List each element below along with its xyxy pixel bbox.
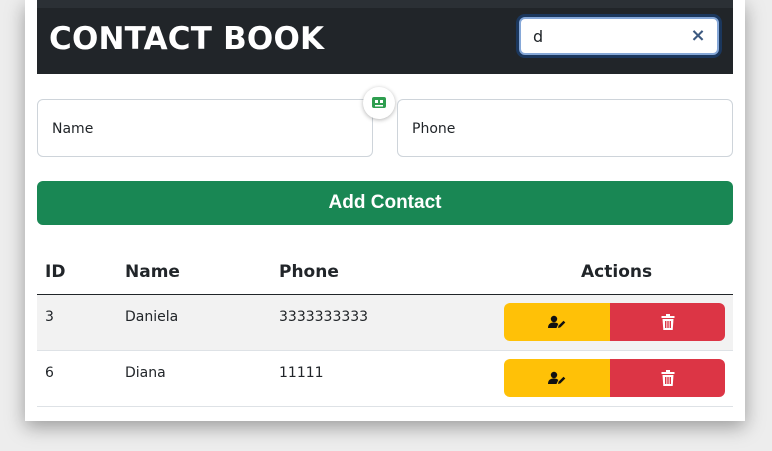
table-header: ID Name Phone Actions	[37, 251, 733, 295]
page-title: CONTACT BOOK	[49, 21, 325, 57]
trash-icon	[661, 370, 674, 386]
cell-name: Diana	[125, 365, 166, 381]
cell-name: Daniela	[125, 309, 179, 325]
cell-phone: 3333333333	[279, 309, 369, 325]
edit-button[interactable]	[504, 303, 610, 341]
extension-badge[interactable]	[363, 87, 395, 119]
contacts-table: ID Name Phone Actions 3 Daniela 33333333…	[37, 251, 733, 407]
phone-input[interactable]	[410, 100, 715, 158]
name-input[interactable]	[50, 100, 355, 158]
search-box[interactable]: ×	[519, 17, 719, 55]
trash-icon	[661, 314, 674, 330]
edit-button[interactable]	[504, 359, 610, 397]
cell-id: 3	[45, 309, 54, 325]
robot-icon	[372, 97, 386, 108]
app-card: CONTACT BOOK × Add Contact ID Name Phone…	[25, 0, 745, 421]
add-contact-button[interactable]: Add Contact	[37, 181, 733, 225]
column-header-actions: Actions	[581, 262, 653, 282]
column-header-id: ID	[45, 262, 66, 282]
table-row: 6 Diana 11111	[37, 351, 733, 407]
delete-button[interactable]	[610, 359, 725, 397]
cell-id: 6	[45, 365, 54, 381]
clear-search-icon[interactable]: ×	[689, 25, 707, 47]
user-edit-icon	[548, 371, 566, 384]
name-field[interactable]	[37, 99, 373, 158]
header-bar: CONTACT BOOK ×	[37, 8, 733, 74]
row-actions	[504, 303, 725, 341]
phone-field[interactable]	[397, 99, 733, 158]
table-row: 3 Daniela 3333333333	[37, 295, 733, 351]
cell-phone: 11111	[279, 365, 324, 381]
delete-button[interactable]	[610, 303, 725, 341]
row-actions	[504, 359, 725, 397]
user-edit-icon	[548, 315, 566, 328]
column-header-name: Name	[125, 262, 180, 282]
search-input[interactable]	[529, 19, 687, 53]
column-header-phone: Phone	[279, 262, 339, 282]
